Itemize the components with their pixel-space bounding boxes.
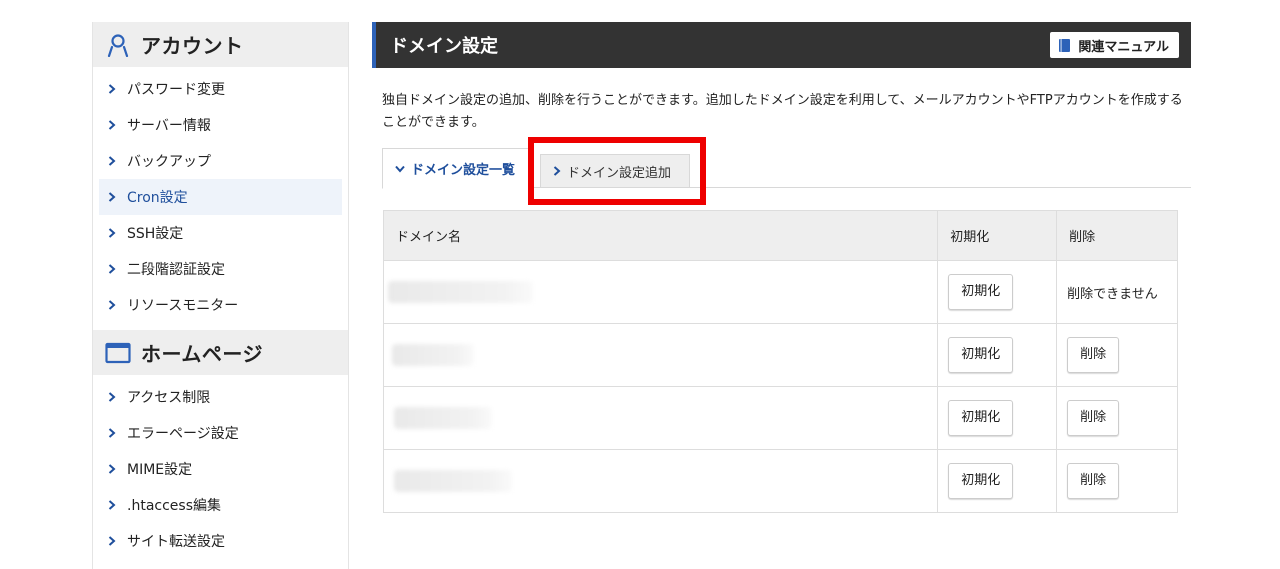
column-header-domain: ドメイン名: [382, 210, 939, 261]
chevron-right-icon: [105, 428, 119, 438]
table-header-row: ドメイン名 初期化 削除: [382, 210, 1178, 261]
init-cell: 初期化: [937, 260, 1058, 324]
page-title: ドメイン設定: [390, 36, 498, 57]
sidebar-item-label: Cron設定: [127, 190, 188, 206]
page-description: 独自ドメイン設定の追加、削除を行うことができます。追加したドメイン設定を利用して…: [382, 93, 1183, 130]
sidebar-item-ssh[interactable]: SSH設定: [99, 215, 342, 251]
delete-button[interactable]: 削除: [1067, 463, 1120, 499]
not-deletable-text: 削除できません: [1067, 286, 1158, 302]
chevron-right-icon: [105, 120, 119, 130]
homepage-section-title: ホームページ: [141, 342, 263, 366]
sidebar-item-label: 二段階認証設定: [127, 262, 225, 278]
redacted-domain: [392, 344, 474, 366]
sidebar-item-access-restriction[interactable]: アクセス制限: [99, 379, 342, 415]
related-manual-label: 関連マニュアル: [1078, 39, 1169, 55]
related-manual-button[interactable]: 関連マニュアル: [1050, 32, 1179, 58]
sidebar-item-label: エラーページ設定: [127, 426, 239, 442]
sidebar-item-label: MIME設定: [127, 462, 193, 478]
sidebar-item-label: パスワード変更: [127, 82, 225, 98]
account-section-header: アカウント: [93, 22, 348, 67]
delete-cell: 削除: [1056, 323, 1178, 387]
column-header-init: 初期化: [937, 210, 1058, 261]
table-row: 初期化 削除: [382, 386, 1178, 450]
init-cell: 初期化: [937, 323, 1058, 387]
domain-cell: [382, 323, 939, 387]
column-header-delete: 削除: [1056, 210, 1178, 261]
domain-table: ドメイン名 初期化 削除 初期化 削除できません 初期化 削除 初期化 削除 初…: [382, 210, 1178, 513]
table-row: 初期化 削除できません: [382, 260, 1178, 324]
redacted-domain: [394, 470, 512, 492]
delete-button[interactable]: 削除: [1067, 337, 1120, 373]
sidebar-item-two-factor[interactable]: 二段階認証設定: [99, 251, 342, 287]
sidebar-item-mime[interactable]: MIME設定: [99, 451, 342, 487]
chevron-right-icon: [105, 464, 119, 474]
delete-cell: 削除: [1056, 386, 1178, 450]
table-row: 初期化 削除: [382, 449, 1178, 513]
table-row: 初期化 削除: [382, 323, 1178, 387]
delete-cell: 削除できません: [1056, 260, 1178, 324]
homepage-section-header: ホームページ: [93, 330, 348, 375]
delete-button[interactable]: 削除: [1067, 400, 1120, 436]
init-button[interactable]: 初期化: [948, 274, 1014, 310]
sidebar-item-resource-monitor[interactable]: リソースモニター: [99, 287, 342, 323]
sidebar-item-password[interactable]: パスワード変更: [99, 71, 342, 107]
init-cell: 初期化: [937, 449, 1058, 513]
sidebar-item-backup[interactable]: バックアップ: [99, 143, 342, 179]
tab-bar: ドメイン設定一覧 ドメイン設定追加: [382, 148, 1191, 189]
homepage-menu: アクセス制限 エラーページ設定 MIME設定 .htaccess編集 サイト転送…: [93, 375, 348, 563]
chevron-right-icon: [105, 264, 119, 274]
tab-label: ドメイン設定一覧: [411, 163, 516, 178]
sidebar-item-error-page[interactable]: エラーページ設定: [99, 415, 342, 451]
main-content: ドメイン設定 関連マニュアル 独自ドメイン設定の追加、削除を行うことができます。…: [372, 22, 1191, 189]
sidebar-item-label: アクセス制限: [127, 390, 211, 406]
init-button[interactable]: 初期化: [948, 463, 1014, 499]
chevron-right-icon: [105, 228, 119, 238]
tab-domain-list[interactable]: ドメイン設定一覧: [382, 148, 534, 189]
redacted-domain: [394, 407, 492, 429]
sidebar-item-site-redirect[interactable]: サイト転送設定: [99, 523, 342, 559]
book-icon: [1058, 38, 1071, 53]
sidebar-item-htaccess[interactable]: .htaccess編集: [99, 487, 342, 523]
chevron-right-icon: [105, 300, 119, 310]
sidebar-item-label: バックアップ: [127, 154, 211, 170]
domain-cell: [382, 260, 939, 324]
account-menu: パスワード変更 サーバー情報 バックアップ Cron設定 SSH設定 二段階認証…: [93, 67, 348, 327]
domain-cell: [382, 386, 939, 450]
init-button[interactable]: 初期化: [948, 337, 1014, 373]
chevron-right-icon: [105, 392, 119, 402]
chevron-right-icon: [105, 536, 119, 546]
chevron-down-icon: [395, 165, 405, 173]
delete-cell: 削除: [1056, 449, 1178, 513]
browser-window-icon: [105, 340, 131, 366]
sidebar-item-label: サイト転送設定: [127, 534, 225, 550]
user-icon: [105, 32, 131, 58]
sidebar-item-label: SSH設定: [127, 226, 184, 242]
chevron-right-icon: [105, 192, 119, 202]
init-button[interactable]: 初期化: [948, 400, 1014, 436]
chevron-right-icon: [105, 500, 119, 510]
sidebar-item-label: サーバー情報: [127, 118, 211, 134]
init-cell: 初期化: [937, 386, 1058, 450]
domain-cell: [382, 449, 939, 513]
redacted-domain: [388, 281, 533, 303]
page-title-bar: ドメイン設定 関連マニュアル: [372, 22, 1191, 68]
sidebar-item-server-info[interactable]: サーバー情報: [99, 107, 342, 143]
highlight-box: [528, 137, 706, 205]
chevron-right-icon: [105, 84, 119, 94]
chevron-right-icon: [105, 156, 119, 166]
sidebar-item-cron[interactable]: Cron設定: [99, 179, 342, 215]
account-section-title: アカウント: [141, 34, 244, 58]
sidebar: アカウント パスワード変更 サーバー情報 バックアップ Cron設定 SSH設定…: [92, 22, 349, 569]
sidebar-item-label: リソースモニター: [127, 298, 239, 314]
sidebar-item-label: .htaccess編集: [127, 498, 221, 514]
